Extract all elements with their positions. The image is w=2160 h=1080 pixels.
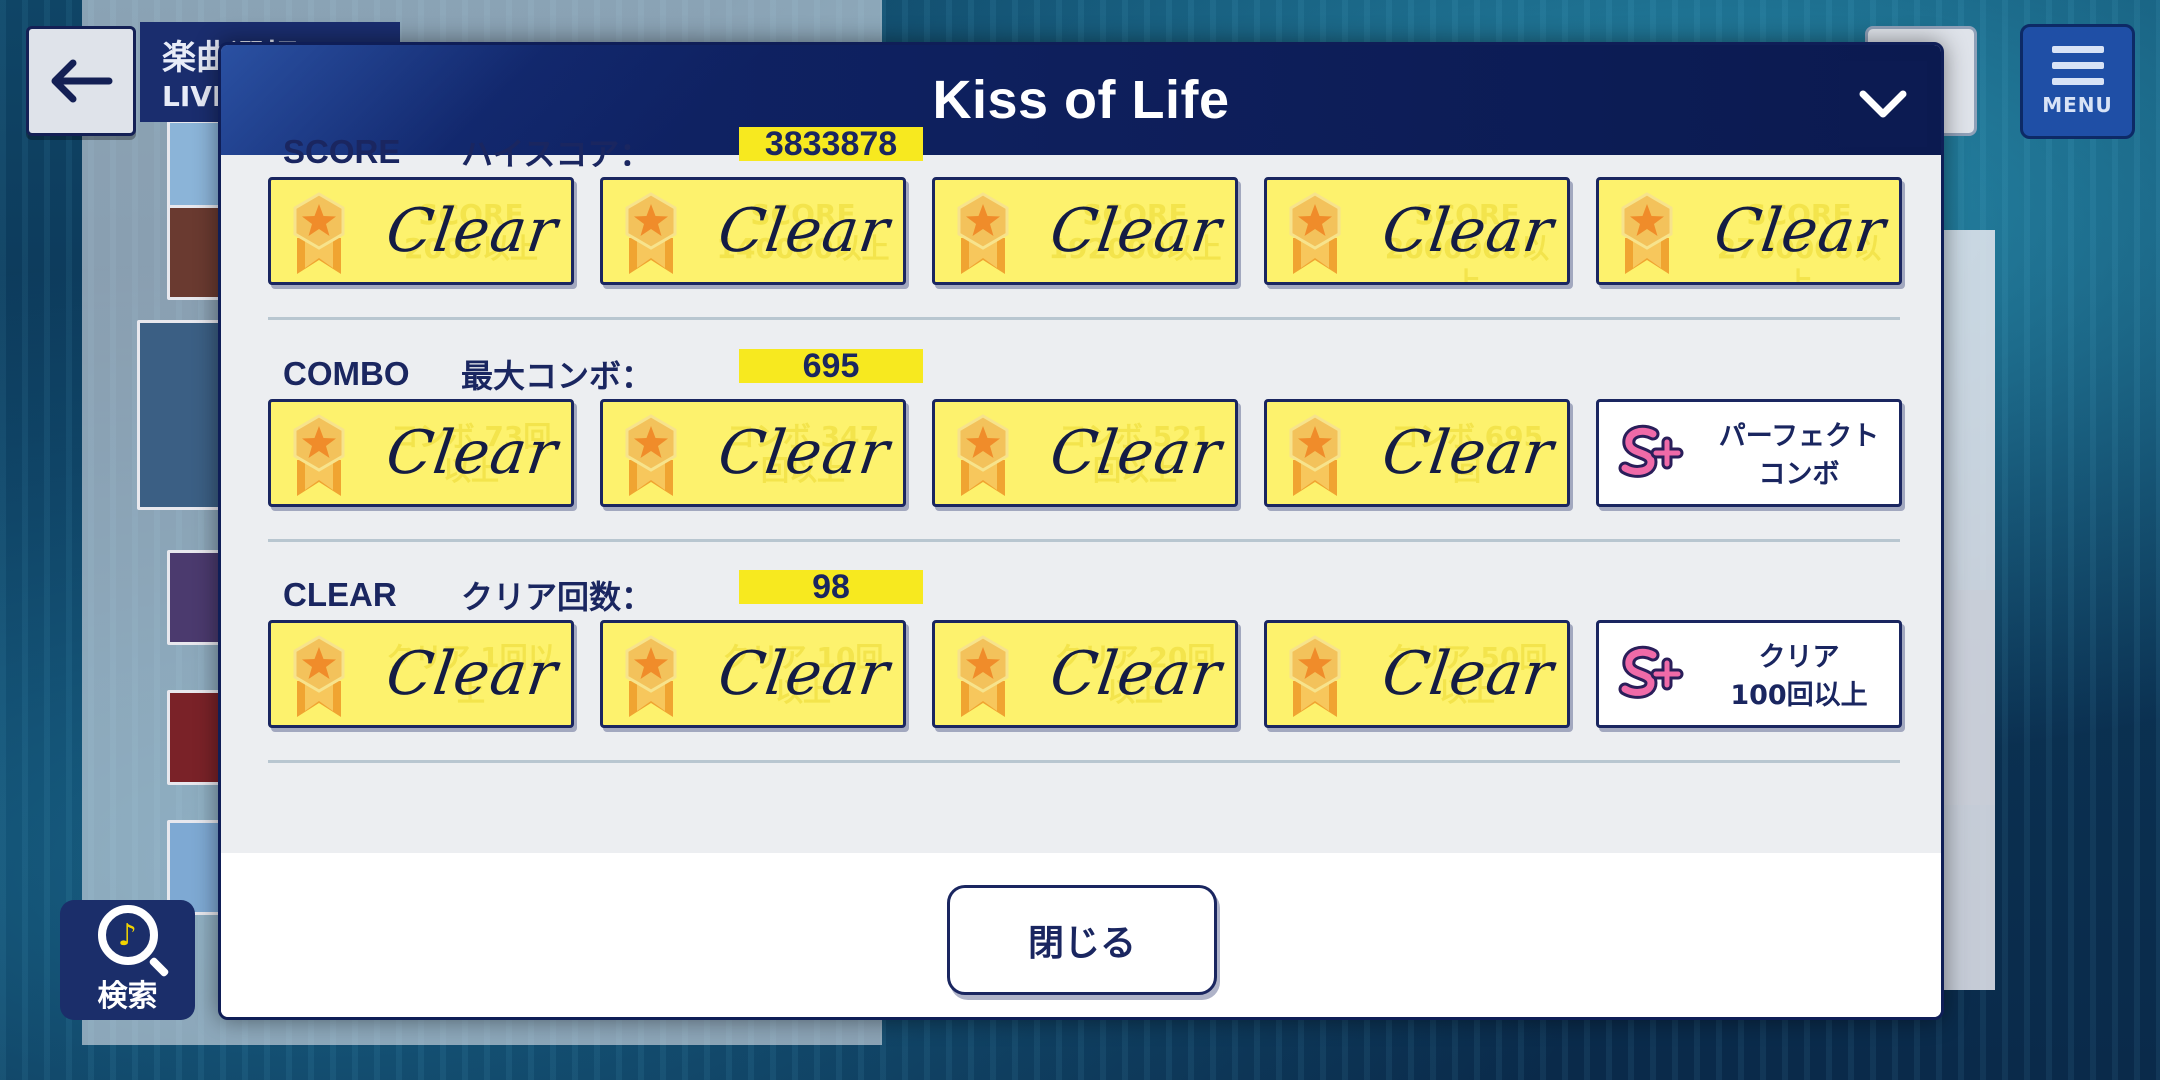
menu-button[interactable]: MENU bbox=[2020, 24, 2135, 139]
back-button[interactable] bbox=[26, 26, 136, 136]
chevron-down-icon bbox=[1859, 90, 1907, 118]
section-label: COMBO bbox=[283, 355, 410, 392]
section-header: SCORE ハイスコア： 3833878 bbox=[283, 125, 1183, 173]
section-stat-value: 3833878 bbox=[739, 127, 923, 161]
close-button[interactable]: 閉じる bbox=[947, 885, 1217, 995]
dialog-body: SCORE ハイスコア： 3833878 SCORE 2000以上 Clear SCOR… bbox=[221, 127, 1941, 895]
goal-card-cleared[interactable]: コンボ 695回 Clear bbox=[1264, 399, 1570, 507]
star-medal-icon bbox=[1283, 190, 1347, 274]
dialog-footer: 閉じる bbox=[221, 853, 1941, 1017]
goal-line-2: 100回以上 bbox=[1730, 680, 1868, 711]
arrow-left-icon bbox=[51, 59, 113, 103]
clear-stamp-text: Clear bbox=[1046, 639, 1226, 709]
clear-stamp-text: Clear bbox=[1378, 639, 1558, 709]
goal-card-cleared[interactable]: コンボ 347回以上 Clear bbox=[600, 399, 906, 507]
star-medal-icon bbox=[287, 633, 351, 717]
menu-label: MENU bbox=[2042, 93, 2113, 117]
goal-card-cleared[interactable]: コンボ 521回以上 Clear bbox=[932, 399, 1238, 507]
goal-requirement-text: パーフェクト コンボ bbox=[1699, 418, 1899, 494]
search-label: 検索 bbox=[97, 979, 158, 1014]
section-stat-label: ハイスコア： bbox=[461, 135, 652, 173]
star-medal-icon bbox=[287, 190, 351, 274]
goal-card-pending[interactable]: クリア 100回以上 bbox=[1596, 620, 1902, 728]
song-goals-dialog: Kiss of Life SCORE ハイスコア： 3833878 SCORE 200… bbox=[218, 42, 1944, 1020]
goal-card-cleared[interactable]: SCORE 192000以上 Clear bbox=[932, 177, 1238, 285]
s-plus-rank-icon bbox=[1617, 645, 1687, 705]
dialog-title: Kiss of Life bbox=[932, 70, 1230, 130]
s-plus-rank-icon bbox=[1617, 424, 1687, 484]
goal-line-1: パーフェクト bbox=[1718, 421, 1880, 452]
section-divider bbox=[268, 317, 1900, 320]
goal-cards-row: クリア 1回以上 Clear クリア 10回以上 Clear クリア 20回以上 C… bbox=[268, 620, 1908, 730]
search-button[interactable]: ♪ 検索 bbox=[60, 900, 195, 1020]
star-medal-icon bbox=[1283, 633, 1347, 717]
section-stat-label: 最大コンボ： bbox=[461, 357, 654, 395]
goal-card-cleared[interactable]: クリア 50回以上 Clear bbox=[1264, 620, 1570, 728]
goal-card-cleared[interactable]: SCORE 140000以上 Clear bbox=[600, 177, 906, 285]
star-medal-icon bbox=[951, 412, 1015, 496]
hamburger-icon bbox=[2051, 46, 2104, 85]
clear-stamp-text: Clear bbox=[1046, 418, 1226, 488]
goal-card-cleared[interactable]: SCORE 2000以上 Clear bbox=[268, 177, 574, 285]
star-medal-icon bbox=[951, 633, 1015, 717]
goal-card-cleared[interactable]: クリア 1回以上 Clear bbox=[268, 620, 574, 728]
star-medal-icon bbox=[951, 190, 1015, 274]
star-medal-icon bbox=[619, 190, 683, 274]
section-stat-label: クリア回数： bbox=[461, 578, 654, 616]
star-medal-icon bbox=[1615, 190, 1679, 274]
clear-stamp-text: Clear bbox=[382, 418, 562, 488]
goal-line-2: コンボ bbox=[1758, 459, 1840, 490]
star-medal-icon bbox=[287, 412, 351, 496]
clear-stamp-text: Clear bbox=[714, 418, 894, 488]
goal-card-cleared[interactable]: SCORE 2000000以上 Clear bbox=[1264, 177, 1570, 285]
goal-card-cleared[interactable]: SCORE 2700000以上 Clear bbox=[1596, 177, 1902, 285]
goal-card-cleared[interactable]: クリア 10回以上 Clear bbox=[600, 620, 906, 728]
section-header: COMBO 最大コンボ： 695 bbox=[283, 347, 1183, 395]
clear-stamp-text: Clear bbox=[714, 196, 894, 266]
goal-cards-row: SCORE 2000以上 Clear SCORE 140000以上 Clear SC… bbox=[268, 177, 1908, 287]
clear-stamp-text: Clear bbox=[1710, 196, 1890, 266]
goal-cards-row: コンボ 73回以上 Clear コンボ 347回以上 Clear コンボ 521回以… bbox=[268, 399, 1908, 509]
star-medal-icon bbox=[619, 633, 683, 717]
collapse-button[interactable] bbox=[1839, 61, 1927, 147]
clear-stamp-text: Clear bbox=[382, 639, 562, 709]
goal-card-cleared[interactable]: コンボ 73回以上 Clear bbox=[268, 399, 574, 507]
goal-requirement-text: クリア 100回以上 bbox=[1699, 639, 1899, 715]
section-divider bbox=[268, 539, 1900, 542]
goal-line-1: クリア bbox=[1758, 642, 1840, 673]
section-stat-value: 98 bbox=[739, 570, 923, 604]
section-label: CLEAR bbox=[283, 576, 397, 613]
section-label: SCORE bbox=[283, 133, 401, 170]
search-music-icon: ♪ bbox=[97, 905, 158, 965]
section-header: CLEAR クリア回数： 98 bbox=[283, 568, 1183, 616]
clear-stamp-text: Clear bbox=[1046, 196, 1226, 266]
section-stat-value: 695 bbox=[739, 349, 923, 383]
section-divider bbox=[268, 760, 1900, 763]
clear-stamp-text: Clear bbox=[1378, 196, 1558, 266]
clear-stamp-text: Clear bbox=[714, 639, 894, 709]
goal-card-pending[interactable]: パーフェクト コンボ bbox=[1596, 399, 1902, 507]
goal-card-cleared[interactable]: クリア 20回以上 Clear bbox=[932, 620, 1238, 728]
star-medal-icon bbox=[1283, 412, 1347, 496]
clear-stamp-text: Clear bbox=[382, 196, 562, 266]
clear-stamp-text: Clear bbox=[1378, 418, 1558, 488]
star-medal-icon bbox=[619, 412, 683, 496]
